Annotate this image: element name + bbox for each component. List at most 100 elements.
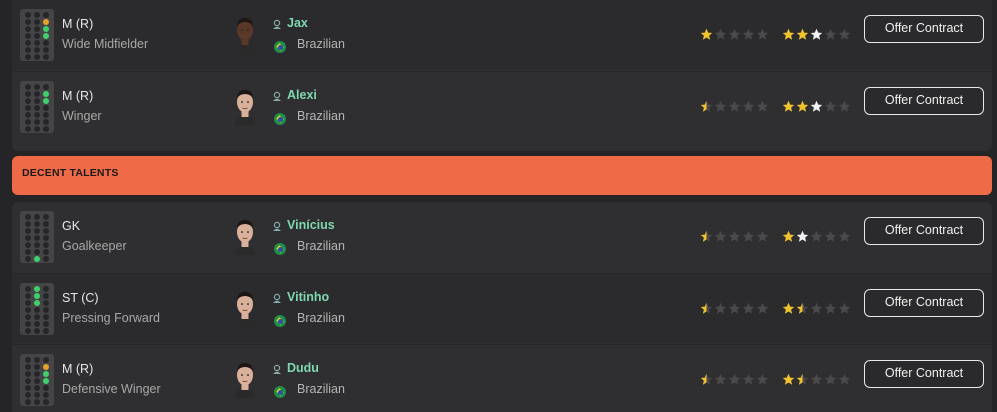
star-icon [796,230,809,242]
pitch-slot [34,307,40,313]
player-name-link[interactable]: Jax [287,16,308,30]
pitch-slot [34,26,40,32]
pitch-slot [34,235,40,241]
pitch-slot [43,214,49,220]
pitch-slot [43,228,49,234]
star-icon [756,230,769,242]
offer-contract-button[interactable]: Offer Contract [864,15,984,43]
pitch-slot [34,300,40,306]
pitch-slot [34,91,40,97]
pitch-slot [34,249,40,255]
offer-contract-button[interactable]: Offer Contract [864,87,984,115]
person-icon [273,221,281,231]
pitch-slot [43,385,49,391]
position-pitch-icon [20,354,54,406]
pitch-slot [25,286,31,292]
star-icon [742,302,755,314]
position-pitch-icon [20,9,54,61]
pitch-slot [25,357,31,363]
star-icon [700,28,713,40]
pitch-slot [34,214,40,220]
section-title: DECENT TALENTS [22,167,119,179]
star-icon [700,230,713,242]
star-icon [728,100,741,112]
brazil-flag-icon [274,386,286,398]
pitch-slot [25,314,31,320]
star-icon [782,302,795,314]
player-row[interactable]: M (R) Wide Midfielder Jax Brazilian Offer Co… [12,0,992,70]
offer-contract-button[interactable]: Offer Contract [864,289,984,317]
pitch-slot [25,392,31,398]
pitch-slot [25,321,31,327]
star-icon [824,373,837,385]
pitch-slot [25,293,31,299]
person-icon [273,364,281,374]
star-icon [796,100,809,112]
player-name-link[interactable]: Alexi [287,88,317,102]
offer-contract-button[interactable]: Offer Contract [864,360,984,388]
player-name-link[interactable]: Vinícius [287,218,335,232]
player-face-avatar [235,18,255,53]
pitch-slot [25,378,31,384]
player-name-link[interactable]: Vitinho [287,290,329,304]
pitch-slot [25,221,31,227]
pitch-slot [43,392,49,398]
star-icon [714,28,727,40]
pitch-slot [34,378,40,384]
position-pitch-icon [20,81,54,133]
pitch-slot [25,399,31,405]
potential-ability-stars [782,28,851,42]
star-icon [742,100,755,112]
star-icon [714,302,727,314]
star-icon [756,373,769,385]
player-face-avatar [235,220,255,255]
star-icon [824,28,837,40]
player-name-link[interactable]: Dudu [287,361,319,375]
pitch-slot [43,249,49,255]
star-icon [810,100,823,112]
brazil-flag-icon [274,315,286,327]
current-ability-stars [700,373,769,387]
star-icon [782,230,795,242]
pitch-slot [43,378,49,384]
pitch-slot [25,84,31,90]
star-icon [782,28,795,40]
pitch-slot [34,12,40,18]
pitch-slot [34,286,40,292]
pitch-slot [34,84,40,90]
star-icon [838,28,851,40]
player-row[interactable]: M (R) Winger Alexi Brazilian Offer Contract [12,71,992,141]
player-role: Goalkeeper [62,239,127,253]
pitch-slot [25,40,31,46]
pitch-slot [43,112,49,118]
star-icon [810,230,823,242]
player-row[interactable]: M (R) Defensive Winger Dudu Brazilian Offer … [12,344,992,412]
pitch-slot [43,221,49,227]
pitch-slot [43,84,49,90]
pitch-slot [25,47,31,53]
player-nationality: Brazilian [297,311,345,325]
player-position: ST (C) [62,291,99,305]
star-icon [782,100,795,112]
player-nationality: Brazilian [297,37,345,51]
pitch-slot [34,54,40,60]
offer-contract-button[interactable]: Offer Contract [864,217,984,245]
star-icon [742,230,755,242]
player-row[interactable]: ST (C) Pressing Forward Vitinho Brazilian Of… [12,273,992,343]
pitch-slot [34,19,40,25]
pitch-slot [25,91,31,97]
pitch-slot [43,321,49,327]
pitch-slot [34,33,40,39]
player-role: Pressing Forward [62,311,160,325]
pitch-slot [25,54,31,60]
player-role: Wide Midfielder [62,37,149,51]
player-row[interactable]: GK Goalkeeper Vinícius Brazilian Offer Contr… [12,202,992,272]
pitch-slot [34,105,40,111]
star-icon [838,100,851,112]
player-role: Winger [62,109,102,123]
star-icon [700,302,713,314]
potential-ability-stars [782,100,851,114]
player-face-avatar [235,292,255,327]
star-icon [756,100,769,112]
star-icon [810,373,823,385]
